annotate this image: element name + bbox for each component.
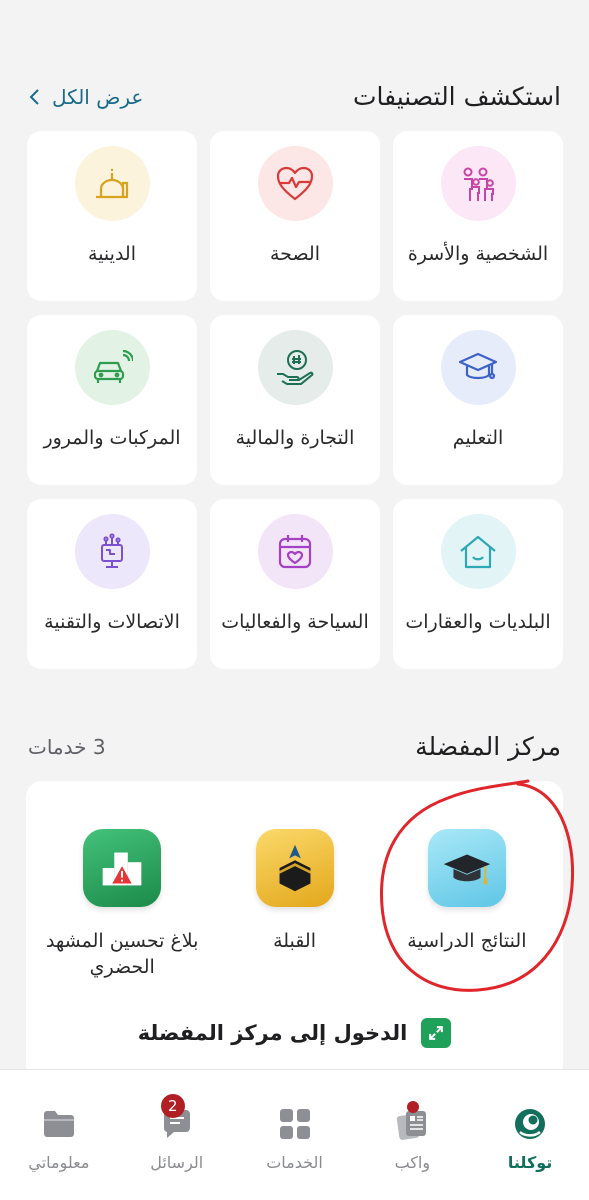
tawakkalna-logo-icon [515,1109,546,1139]
favorite-qibla[interactable]: القبلة [215,829,375,980]
category-label: المركبات والمرور [43,427,181,449]
category-education[interactable]: التعليم [393,315,563,485]
tab-label: واكب [394,1153,431,1172]
tab-label: الرسائل [150,1153,204,1172]
tab-wakeb[interactable]: واكب [353,1070,471,1200]
favorites-count: 3 خدمات [28,734,106,759]
category-icon-bg [440,514,516,589]
category-icon-bg [440,330,516,405]
category-label: الدينية [88,243,136,265]
calendar-heart-icon [278,534,312,568]
tab-label: توكلنا [507,1153,553,1172]
mosque-icon [96,168,129,198]
car-icon [93,349,133,383]
enter-favorites-button[interactable]: الدخول إلى مركز المفضلة [26,1018,563,1048]
favorites-panel: النتائج الدراسية القبلة بلاغ تحسين المشه… [26,781,563,1081]
money-hand-icon [277,349,314,385]
category-icon-bg [440,146,516,221]
category-icon-bg [74,146,150,221]
categories-title: استكشف التصنيفات [352,82,561,111]
tab-my-info[interactable]: معلوماتي [0,1070,118,1200]
heart-pulse-icon [276,166,314,200]
favorites-list: النتائج الدراسية القبلة بلاغ تحسين المشه… [26,829,563,980]
grid-icon [279,1109,310,1139]
category-icon-bg [74,514,150,589]
category-label: السياحة والفعاليات [221,611,369,633]
kaaba-app-icon [255,829,334,907]
favorite-label: النتائج الدراسية [407,930,527,952]
category-religious[interactable]: الدينية [27,131,197,301]
category-icon-bg [257,146,333,221]
category-health[interactable]: الصحة [210,131,380,301]
category-tourism-events[interactable]: السياحة والفعاليات [210,499,380,669]
messages-badge: 2 [160,1094,185,1118]
category-icon-bg [257,514,333,589]
category-label: التجارة والمالية [235,427,355,449]
categories-grid: الشخصية والأسرة الصحة الدينية التعليم ال… [26,131,563,669]
category-trade-finance[interactable]: التجارة والمالية [210,315,380,485]
category-icon-bg [257,330,333,405]
view-all-link[interactable]: عرض الكل [28,85,143,109]
favorites-title: مركز المفضلة [415,732,561,761]
favorite-urban-report[interactable]: بلاغ تحسين المشهد الحضري [42,829,202,980]
tab-services[interactable]: الخدمات [236,1070,354,1200]
category-vehicles-traffic[interactable]: المركبات والمرور [27,315,197,485]
category-municipal-realestate[interactable]: البلديات والعقارات [393,499,563,669]
tab-tawakkalna[interactable]: توكلنا [471,1070,589,1200]
urban-report-app-icon [83,829,162,907]
category-label: البلديات والعقارات [405,611,551,633]
expand-icon [421,1018,452,1048]
folder-icon [43,1111,74,1137]
category-telecom-tech[interactable]: الاتصالات والتقنية [27,499,197,669]
tech-icon [101,532,123,568]
categories-header: استكشف التصنيفات عرض الكل [28,82,561,111]
favorites-header: مركز المفضلة 3 خدمات [28,732,561,761]
house-icon [460,535,496,568]
category-icon-bg [74,330,150,405]
enter-favorites-label: الدخول إلى مركز المفضلة [137,1021,408,1045]
tab-messages[interactable]: 2 الرسائل [118,1070,236,1200]
category-label: الشخصية والأسرة [407,243,549,265]
graduation-cap-icon [458,352,498,379]
favorite-label: القبلة [273,930,316,952]
favorite-label: بلاغ تحسين المشهد الحضري [45,930,199,978]
bottom-tab-bar: توكلنا واكب الخدمات 2 الرسائل معلوماتي [0,1069,589,1200]
category-label: التعليم [452,427,504,449]
category-label: الاتصالات والتقنية [44,611,180,633]
category-personal-family[interactable]: الشخصية والأسرة [393,131,563,301]
tab-label: معلوماتي [28,1153,90,1172]
chevron-left-icon [29,88,39,105]
tab-label: الخدمات [266,1153,323,1172]
family-icon [463,167,494,201]
graduation-cap-app-icon [427,829,506,907]
favorite-academic-results[interactable]: النتائج الدراسية [387,829,547,980]
category-label: الصحة [270,243,320,265]
view-all-label: عرض الكل [52,84,144,109]
